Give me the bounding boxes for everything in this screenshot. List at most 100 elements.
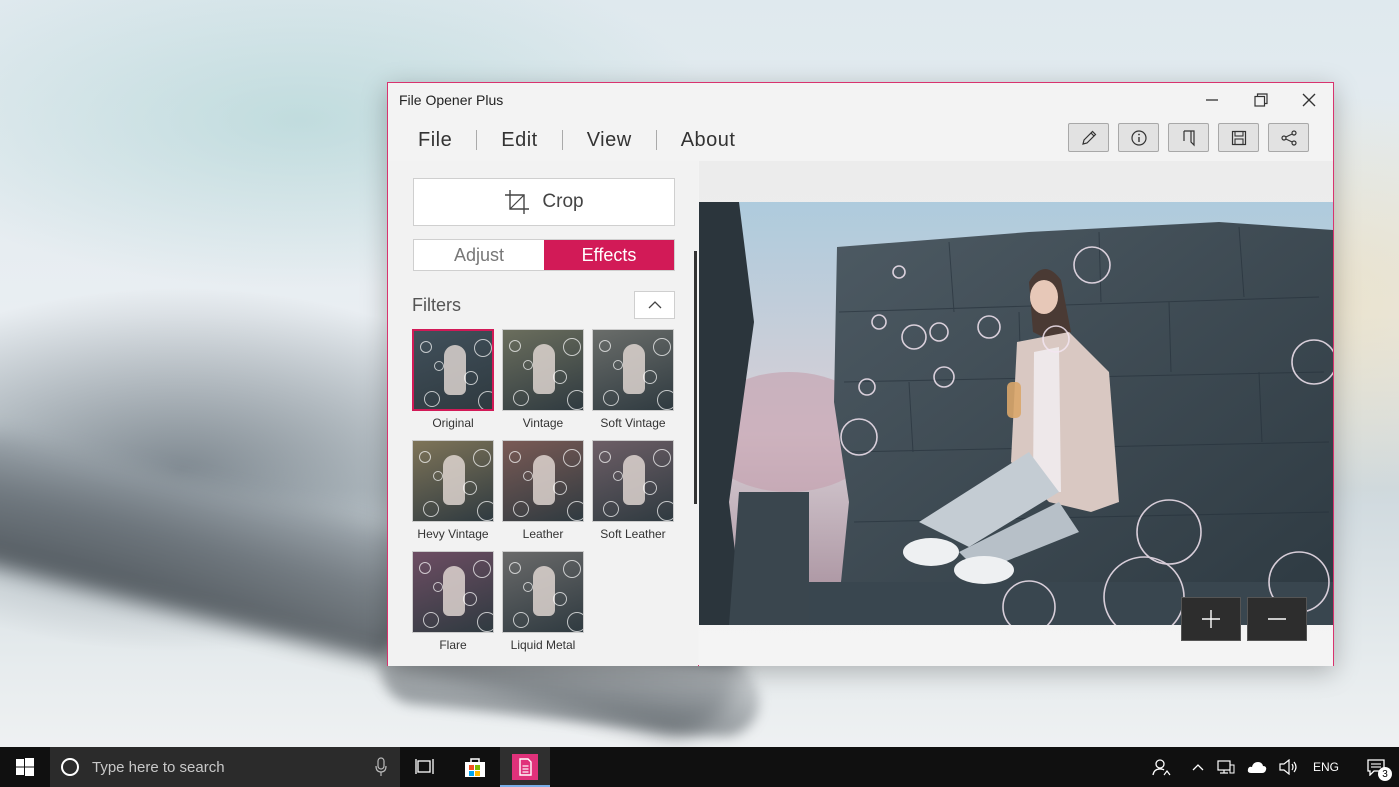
filter-thumbnail[interactable]: [412, 329, 494, 411]
thumbnail-figure: [533, 455, 555, 505]
thumbnail-bubble: [657, 390, 673, 410]
task-view-button[interactable]: [400, 747, 450, 787]
thumbnail-bubble: [613, 471, 623, 481]
toolbar: [1068, 123, 1309, 152]
filter-item[interactable]: Liquid Metal: [502, 551, 584, 653]
menu-file[interactable]: File: [406, 125, 476, 155]
thumbnail-bubble: [463, 592, 477, 606]
thumbnail-bubble: [433, 582, 443, 592]
maximize-button[interactable]: [1237, 83, 1285, 117]
thumbnail-bubble: [513, 390, 529, 406]
thumbnail-bubble: [657, 501, 673, 521]
save-icon: [1231, 130, 1246, 145]
filter-thumbnail[interactable]: [412, 440, 494, 522]
thumbnail-bubble: [509, 340, 521, 352]
thumbnail-bubble: [567, 612, 583, 632]
network-icon: [1217, 760, 1235, 774]
taskbar-search-box[interactable]: Type here to search: [50, 747, 400, 787]
thumbnail-bubble: [433, 471, 443, 481]
menu-edit[interactable]: Edit: [477, 125, 561, 155]
info-button[interactable]: [1118, 123, 1159, 152]
zoom-in-button[interactable]: [1181, 597, 1241, 641]
thumbnail-bubble: [513, 501, 529, 517]
info-icon: [1130, 129, 1147, 146]
thumbnail-bubble: [553, 592, 567, 606]
thumbnail-bubble: [477, 612, 493, 632]
filter-label: Leather: [522, 527, 564, 541]
thumbnail-bubble: [434, 361, 444, 371]
minus-icon: [1268, 618, 1286, 620]
menu-view[interactable]: View: [563, 125, 656, 155]
filter-item[interactable]: Flare: [412, 551, 494, 653]
onedrive-button[interactable]: [1241, 747, 1273, 787]
tab-adjust[interactable]: Adjust: [414, 240, 544, 270]
file-opener-taskbar-button[interactable]: [500, 747, 550, 787]
network-button[interactable]: [1211, 747, 1241, 787]
thumbnail-bubble: [477, 501, 493, 521]
close-button[interactable]: [1285, 83, 1333, 117]
filter-label: Soft Leather: [600, 527, 666, 541]
filter-item[interactable]: Hevy Vintage: [412, 440, 494, 542]
thumbnail-bubble: [509, 451, 521, 463]
filter-item[interactable]: Original: [412, 329, 494, 431]
filter-label: Original: [432, 416, 474, 430]
edit-button[interactable]: [1068, 123, 1109, 152]
share-icon: [1280, 129, 1297, 146]
save-button[interactable]: [1218, 123, 1259, 152]
filter-thumbnail[interactable]: [502, 329, 584, 411]
chevron-up-icon: [1192, 764, 1204, 771]
thumbnail-bubble: [523, 471, 533, 481]
filter-item[interactable]: Leather: [502, 440, 584, 542]
pencil-icon: [1081, 130, 1096, 145]
filter-label: Soft Vintage: [600, 416, 666, 430]
filter-label: Liquid Metal: [510, 638, 576, 652]
share-button[interactable]: [1268, 123, 1309, 152]
filter-thumbnail[interactable]: [502, 440, 584, 522]
thumbnail-bubble: [599, 340, 611, 352]
minimize-button[interactable]: [1188, 83, 1236, 117]
zoom-out-button[interactable]: [1247, 597, 1307, 641]
filter-thumbnail[interactable]: [592, 329, 674, 411]
show-hidden-icons-button[interactable]: [1185, 747, 1211, 787]
app-window: File Opener Plus File Edit View About Cr…: [387, 82, 1334, 666]
cloud-icon: [1247, 762, 1267, 773]
panel-tabs: Adjust Effects: [413, 239, 675, 271]
collapse-filters-button[interactable]: [634, 291, 675, 319]
store-button[interactable]: [450, 747, 500, 787]
crop-label: Crop: [542, 191, 584, 212]
panel-scrollbar[interactable]: [694, 251, 697, 504]
filter-item[interactable]: Vintage: [502, 329, 584, 431]
thumbnail-bubble: [567, 390, 583, 410]
action-center-button[interactable]: 3: [1353, 747, 1399, 787]
bookmark-button[interactable]: [1168, 123, 1209, 152]
preview-image[interactable]: [699, 202, 1333, 625]
thumbnail-bubble: [523, 582, 533, 592]
thumbnail-bubble: [473, 449, 491, 467]
thumbnail-figure: [443, 566, 465, 616]
thumbnail-bubble: [464, 371, 478, 385]
people-button[interactable]: [1145, 747, 1177, 787]
filter-thumbnail[interactable]: [502, 551, 584, 633]
thumbnail-bubble: [473, 560, 491, 578]
microphone-icon[interactable]: [374, 757, 388, 777]
plus-icon: [1202, 610, 1220, 628]
filter-thumbnail[interactable]: [412, 551, 494, 633]
notification-count-badge: 3: [1378, 767, 1392, 781]
thumbnail-figure: [623, 455, 645, 505]
filter-thumbnail[interactable]: [592, 440, 674, 522]
thumbnail-figure: [444, 345, 466, 395]
menu-bar: File Edit View About: [406, 125, 759, 155]
image-preview-area: [699, 161, 1333, 666]
title-bar[interactable]: File Opener Plus: [388, 83, 1333, 117]
volume-button[interactable]: [1273, 747, 1305, 787]
menu-about[interactable]: About: [657, 125, 760, 155]
tab-effects[interactable]: Effects: [544, 240, 674, 270]
thumbnail-bubble: [567, 501, 583, 521]
effects-panel: Crop Adjust Effects Filters Original Vint…: [388, 161, 698, 666]
task-view-icon: [415, 759, 434, 774]
input-language-indicator[interactable]: ENG: [1305, 760, 1353, 774]
filter-item[interactable]: Soft Vintage: [592, 329, 674, 431]
crop-button[interactable]: Crop: [413, 178, 675, 226]
filter-item[interactable]: Soft Leather: [592, 440, 674, 542]
start-button[interactable]: [0, 747, 50, 787]
